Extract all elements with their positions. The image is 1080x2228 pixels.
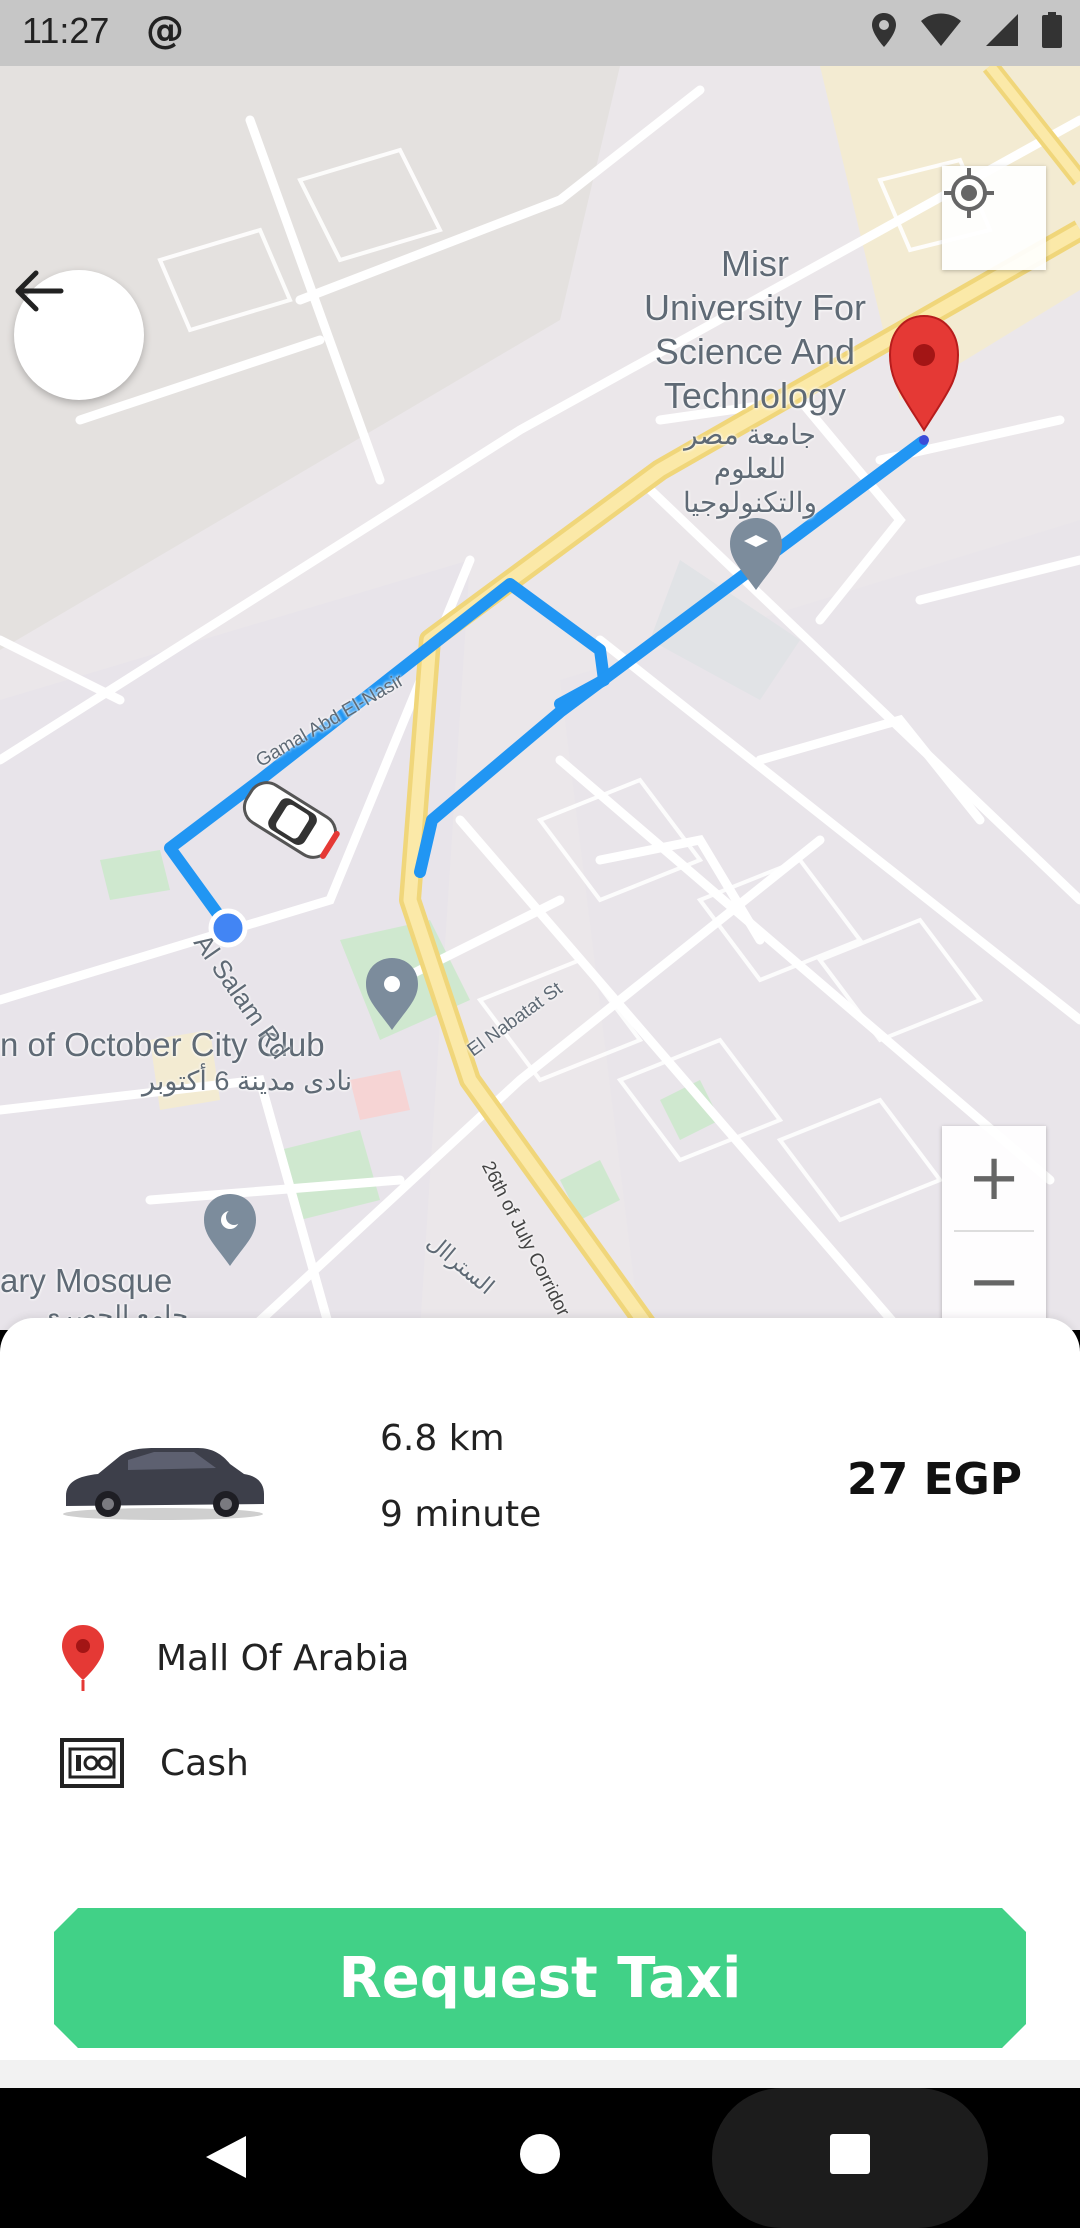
university-label-ar-line: للعلوم [713,453,787,484]
nav-back-icon[interactable] [204,2134,248,2180]
university-label-ar-line: جامعة مصر [684,419,816,450]
trip-duration: 9 minute [380,1494,542,1535]
university-label: Misr University For Science And Technolo… [620,242,890,418]
notification-icon: @ [146,8,184,52]
signal-icon [986,14,1018,46]
cash-icon [60,1738,124,1788]
zoom-out-button[interactable]: − [942,1230,1046,1330]
my-location-button[interactable] [942,166,1046,270]
zoom-in-button[interactable]: + [942,1126,1046,1230]
university-label-ar-line: والتكنولوجيا [683,487,817,518]
destination-pin-icon[interactable] [888,314,960,445]
trip-distance: 6.8 km [380,1418,505,1459]
nav-recents-icon[interactable] [830,2134,870,2174]
status-icons [870,12,1062,48]
destination-label: Mall Of Arabia [156,1637,410,1679]
university-label-line: Technology [663,375,847,416]
club-label-ar: نادى مدينة 6 أكتوبر [142,1066,353,1096]
nav-home-icon[interactable] [520,2134,560,2174]
location-icon [872,13,896,47]
destination-row[interactable]: Mall Of Arabia [60,1618,409,1698]
payment-method-label: Cash [160,1742,249,1784]
university-label-ar: جامعة مصر للعلوم والتكنولوجيا [650,418,850,520]
university-label-line: Misr [721,243,789,284]
system-nav-bar [0,2088,1080,2228]
map-canvas [0,66,1080,1330]
sedan-car-icon [63,1448,264,1520]
zoom-separator [954,1230,1034,1232]
arrow-left-icon [15,270,64,312]
sheet-footer [0,2060,1080,2088]
battery-icon [1042,12,1062,48]
status-bar: 11:27 @ [0,0,1080,66]
mosque-label: ary Mosque [0,1262,173,1299]
map-view[interactable]: Misr University For Science And Technolo… [0,66,1080,1330]
crosshair-icon [944,168,994,218]
zoom-controls: + − [942,1126,1046,1330]
payment-method-row[interactable]: Cash [60,1728,249,1798]
status-time: 11:27 [22,10,110,51]
wifi-icon [921,13,961,46]
request-taxi-button[interactable]: Request Taxi [54,1908,1026,2048]
trip-price: 27 EGP [847,1454,1022,1505]
map-pin-icon [62,1625,104,1691]
university-label-line: Science And [654,331,856,372]
university-label-line: University For [643,287,867,328]
back-button[interactable] [14,270,144,400]
